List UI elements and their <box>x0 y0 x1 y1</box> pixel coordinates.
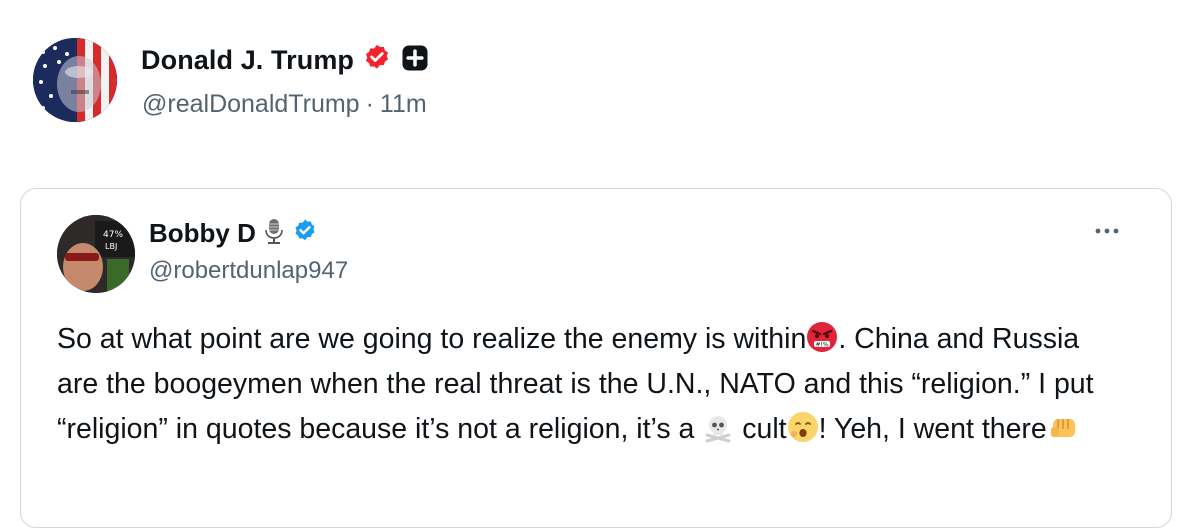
quoted-post-text: So at what point are we going to realize… <box>57 317 1117 452</box>
microphone-icon <box>262 217 286 250</box>
fist-bump-icon <box>1047 411 1079 443</box>
post-text-part-3: cult <box>734 413 787 445</box>
svg-text:LBJ: LBJ <box>105 242 117 251</box>
outer-author-name[interactable]: Donald J. Trump <box>141 45 354 76</box>
post-text-part-4: ! Yeh, I went there <box>818 413 1047 445</box>
skull-crossbones-icon <box>702 411 734 443</box>
affiliate-plus-icon <box>400 43 430 78</box>
outer-author-name-row: Donald J. Trump <box>141 40 430 80</box>
svg-text:#!%: #!% <box>816 342 829 349</box>
angry-face-icon: #!% <box>806 321 838 353</box>
quoted-author-handle[interactable]: @robertdunlap947 <box>149 257 348 285</box>
post-container: Donald J. Trump @realDonaldTrump · 11m 4… <box>0 0 1184 528</box>
quoted-author-name[interactable]: Bobby D <box>149 218 256 249</box>
outer-author-handle[interactable]: @realDonaldTrump <box>142 90 360 119</box>
outer-author-meta: @realDonaldTrump · 11m <box>142 90 427 119</box>
quoted-post-card[interactable]: 47% LBJ Bobby D @robertdunlap947 So at w… <box>20 188 1172 528</box>
more-options-icon <box>1094 222 1120 240</box>
quoted-author-name-row: Bobby D <box>149 215 318 251</box>
post-timestamp[interactable]: 11m <box>380 90 427 119</box>
svg-text:47%: 47% <box>103 230 123 240</box>
verified-badge-icon <box>292 218 318 249</box>
post-text-part-1: So at what point are we going to realize… <box>57 323 807 355</box>
verified-badge-icon <box>362 43 392 78</box>
outer-author-avatar[interactable] <box>33 38 117 122</box>
meta-separator: · <box>365 90 374 118</box>
more-options-button[interactable] <box>1089 219 1125 243</box>
quoted-author-avatar[interactable]: 47% LBJ <box>57 215 135 293</box>
yawning-face-icon <box>787 411 819 443</box>
